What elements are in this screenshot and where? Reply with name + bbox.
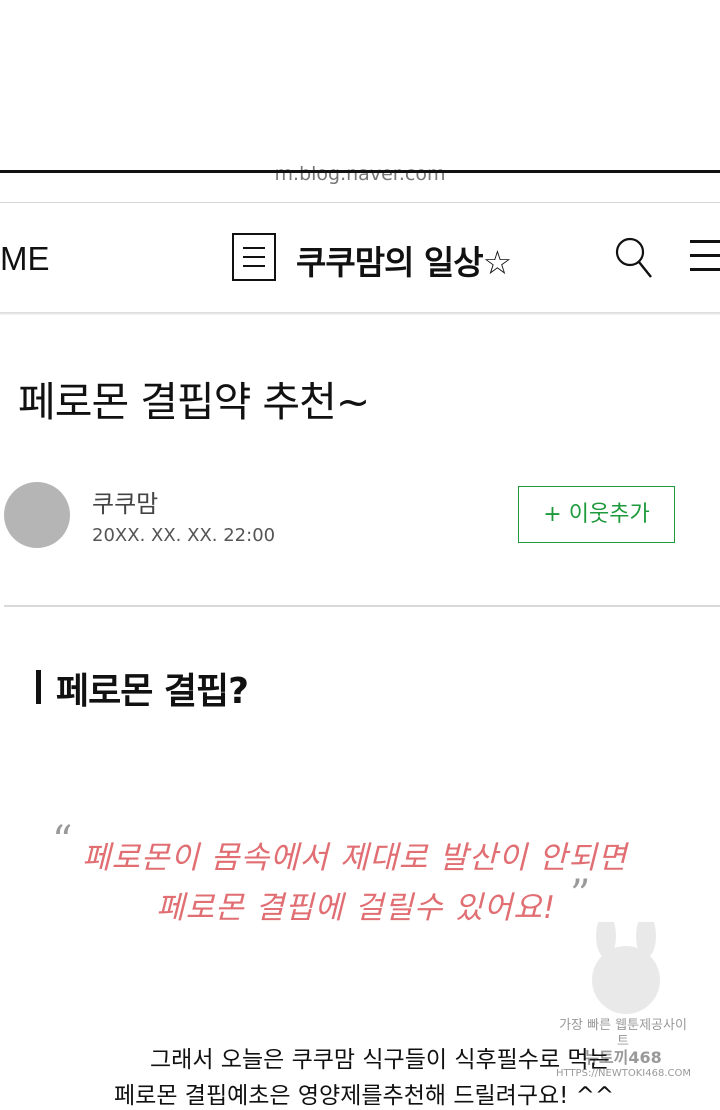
blog-title[interactable]: 쿠쿠맘의 일상☆ — [296, 236, 512, 284]
header-top-border — [0, 202, 720, 203]
search-icon[interactable] — [614, 236, 654, 280]
watermark-mascot-icon — [592, 922, 660, 1014]
open-quote-mark: “ — [52, 818, 73, 864]
quote-line: 페로몬이 몸속에서 제대로 발산이 안되면 — [82, 840, 628, 876]
section-marker — [36, 670, 41, 704]
avatar[interactable] — [4, 482, 70, 548]
post-date: 20XX. XX. XX. 22:00 — [92, 525, 276, 546]
body-text-line: 그래서 오늘은 쿠쿠맘 식구들이 식후필수로 먹는 — [150, 1047, 610, 1073]
home-link[interactable]: ME — [0, 240, 50, 278]
list-menu-icon[interactable] — [232, 233, 276, 281]
content-divider — [4, 605, 720, 607]
section-title: 페로몬 결핍? — [56, 671, 249, 712]
hamburger-icon[interactable] — [690, 240, 720, 274]
author-name[interactable]: 쿠쿠맘 — [92, 484, 158, 519]
header-bottom-border — [0, 312, 720, 315]
body-text-line: 페로몬 결핍예초은 영양제를추천해 드릴려구요! ^^ — [114, 1083, 615, 1109]
top-divider — [0, 170, 720, 173]
quote-line: 페로몬 결핍에 걸릴수 있어요! — [156, 890, 557, 926]
browser-url: m.blog.naver.com — [274, 165, 446, 185]
close-quote-mark: ” — [570, 872, 591, 918]
add-neighbor-button[interactable]: + 이웃추가 — [518, 486, 675, 543]
post-title: 페로몬 결핍약 추천~ — [18, 378, 370, 426]
